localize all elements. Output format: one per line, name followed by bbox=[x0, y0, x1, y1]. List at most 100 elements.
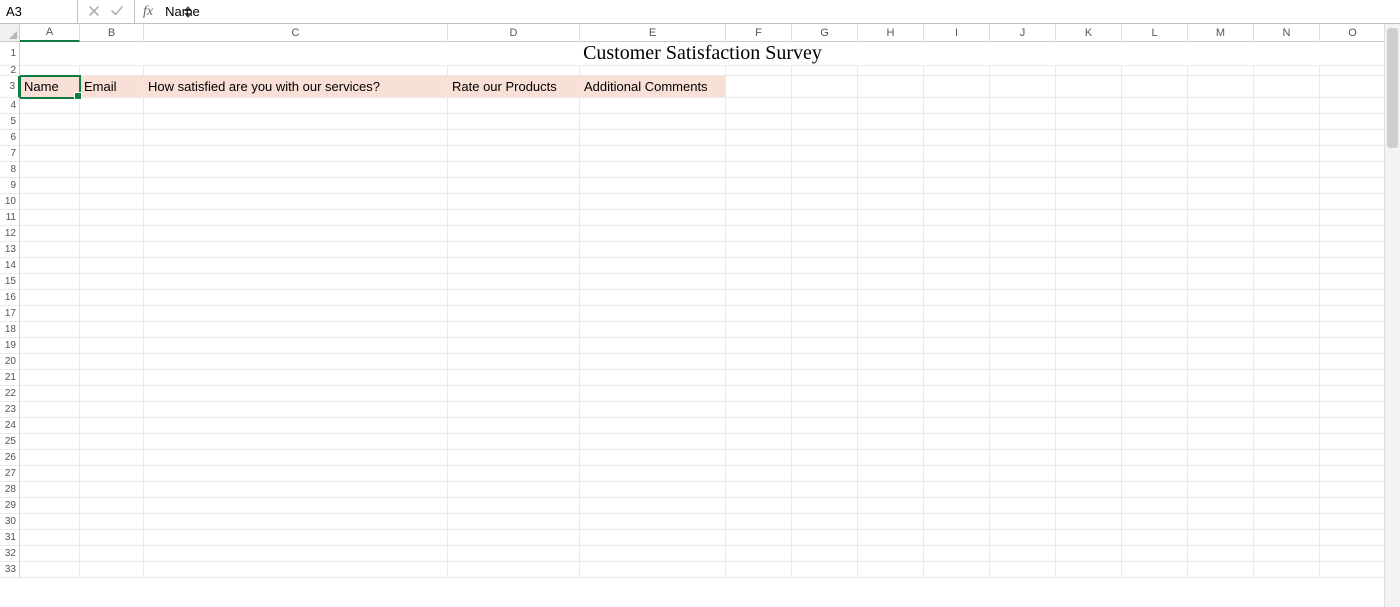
cell-F12[interactable] bbox=[726, 226, 792, 242]
cell-O31[interactable] bbox=[1320, 530, 1386, 546]
cell-H17[interactable] bbox=[858, 306, 924, 322]
cell-O14[interactable] bbox=[1320, 258, 1386, 274]
cell-O20[interactable] bbox=[1320, 354, 1386, 370]
cell-M30[interactable] bbox=[1188, 514, 1254, 530]
cell-O33[interactable] bbox=[1320, 562, 1386, 578]
cell-M20[interactable] bbox=[1188, 354, 1254, 370]
cell-J16[interactable] bbox=[990, 290, 1056, 306]
cell-K4[interactable] bbox=[1056, 98, 1122, 114]
cell-J22[interactable] bbox=[990, 386, 1056, 402]
fx-label[interactable]: fx bbox=[135, 4, 161, 20]
cell-G25[interactable] bbox=[792, 434, 858, 450]
cell-L23[interactable] bbox=[1122, 402, 1188, 418]
cell-E32[interactable] bbox=[580, 546, 726, 562]
cell-C4[interactable] bbox=[144, 98, 448, 114]
cell-L32[interactable] bbox=[1122, 546, 1188, 562]
cell-D11[interactable] bbox=[448, 210, 580, 226]
cell-G27[interactable] bbox=[792, 466, 858, 482]
cell-F32[interactable] bbox=[726, 546, 792, 562]
cell-I20[interactable] bbox=[924, 354, 990, 370]
cell-B7[interactable] bbox=[80, 146, 144, 162]
cell-F25[interactable] bbox=[726, 434, 792, 450]
cell-F7[interactable] bbox=[726, 146, 792, 162]
cell-E5[interactable] bbox=[580, 114, 726, 130]
cell-I30[interactable] bbox=[924, 514, 990, 530]
cell-J15[interactable] bbox=[990, 274, 1056, 290]
cell-H22[interactable] bbox=[858, 386, 924, 402]
cell-L8[interactable] bbox=[1122, 162, 1188, 178]
cell-C6[interactable] bbox=[144, 130, 448, 146]
cell-E22[interactable] bbox=[580, 386, 726, 402]
cell-D23[interactable] bbox=[448, 402, 580, 418]
cell-H15[interactable] bbox=[858, 274, 924, 290]
cell-I24[interactable] bbox=[924, 418, 990, 434]
cell-G11[interactable] bbox=[792, 210, 858, 226]
cell-A15[interactable] bbox=[20, 274, 80, 290]
cell-L10[interactable] bbox=[1122, 194, 1188, 210]
cell-F18[interactable] bbox=[726, 322, 792, 338]
cell-E25[interactable] bbox=[580, 434, 726, 450]
cell-D33[interactable] bbox=[448, 562, 580, 578]
cell-L2[interactable] bbox=[1122, 66, 1188, 76]
cell-F11[interactable] bbox=[726, 210, 792, 226]
cell-G9[interactable] bbox=[792, 178, 858, 194]
cell-C12[interactable] bbox=[144, 226, 448, 242]
cell-K21[interactable] bbox=[1056, 370, 1122, 386]
cell-G19[interactable] bbox=[792, 338, 858, 354]
cell-O2[interactable] bbox=[1320, 66, 1386, 76]
cell-F29[interactable] bbox=[726, 498, 792, 514]
cell-H31[interactable] bbox=[858, 530, 924, 546]
row-header-29[interactable]: 29 bbox=[0, 498, 20, 514]
row-header-1[interactable]: 1 bbox=[0, 42, 20, 66]
cell-I11[interactable] bbox=[924, 210, 990, 226]
cell-E3[interactable]: Additional Comments bbox=[580, 76, 726, 98]
cell-L6[interactable] bbox=[1122, 130, 1188, 146]
cell-M14[interactable] bbox=[1188, 258, 1254, 274]
cell-E21[interactable] bbox=[580, 370, 726, 386]
cell-I14[interactable] bbox=[924, 258, 990, 274]
cell-K31[interactable] bbox=[1056, 530, 1122, 546]
cell-C5[interactable] bbox=[144, 114, 448, 130]
cell-M6[interactable] bbox=[1188, 130, 1254, 146]
vertical-scrollbar-thumb[interactable] bbox=[1387, 28, 1398, 148]
cell-I29[interactable] bbox=[924, 498, 990, 514]
cell-D16[interactable] bbox=[448, 290, 580, 306]
cell-C19[interactable] bbox=[144, 338, 448, 354]
cell-D17[interactable] bbox=[448, 306, 580, 322]
cell-K8[interactable] bbox=[1056, 162, 1122, 178]
cell-N12[interactable] bbox=[1254, 226, 1320, 242]
cell-N6[interactable] bbox=[1254, 130, 1320, 146]
cell-K20[interactable] bbox=[1056, 354, 1122, 370]
cell-N14[interactable] bbox=[1254, 258, 1320, 274]
cell-H19[interactable] bbox=[858, 338, 924, 354]
cell-M2[interactable] bbox=[1188, 66, 1254, 76]
cell-M33[interactable] bbox=[1188, 562, 1254, 578]
cell-A32[interactable] bbox=[20, 546, 80, 562]
cell-J21[interactable] bbox=[990, 370, 1056, 386]
row-header-23[interactable]: 23 bbox=[0, 402, 20, 418]
cell-J23[interactable] bbox=[990, 402, 1056, 418]
cell-C20[interactable] bbox=[144, 354, 448, 370]
cell-I17[interactable] bbox=[924, 306, 990, 322]
cell-G28[interactable] bbox=[792, 482, 858, 498]
cell-A22[interactable] bbox=[20, 386, 80, 402]
cell-N26[interactable] bbox=[1254, 450, 1320, 466]
cell-M16[interactable] bbox=[1188, 290, 1254, 306]
cell-K25[interactable] bbox=[1056, 434, 1122, 450]
cell-L17[interactable] bbox=[1122, 306, 1188, 322]
cell-G20[interactable] bbox=[792, 354, 858, 370]
cell-G33[interactable] bbox=[792, 562, 858, 578]
cell-H13[interactable] bbox=[858, 242, 924, 258]
cell-K12[interactable] bbox=[1056, 226, 1122, 242]
cell-M28[interactable] bbox=[1188, 482, 1254, 498]
cell-M3[interactable] bbox=[1188, 76, 1254, 98]
row-header-32[interactable]: 32 bbox=[0, 546, 20, 562]
cell-L28[interactable] bbox=[1122, 482, 1188, 498]
cell-A28[interactable] bbox=[20, 482, 80, 498]
cell-L22[interactable] bbox=[1122, 386, 1188, 402]
cell-F13[interactable] bbox=[726, 242, 792, 258]
cell-E30[interactable] bbox=[580, 514, 726, 530]
cell-B2[interactable] bbox=[80, 66, 144, 76]
cell-F19[interactable] bbox=[726, 338, 792, 354]
cell-M22[interactable] bbox=[1188, 386, 1254, 402]
